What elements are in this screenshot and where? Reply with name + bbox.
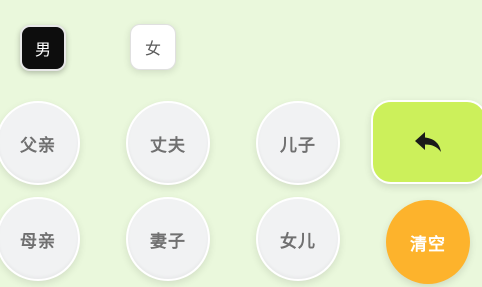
clear-button[interactable]: 清空 xyxy=(386,200,470,284)
son-key-label: 儿子 xyxy=(280,135,316,156)
father-key-label: 父亲 xyxy=(20,135,56,156)
father-key[interactable]: 父亲 xyxy=(0,101,80,185)
daughter-key[interactable]: 女儿 xyxy=(256,197,340,281)
female-label: 女 xyxy=(144,39,161,58)
male-label: 男 xyxy=(34,40,51,59)
mother-key-label: 母亲 xyxy=(20,231,56,252)
mother-key[interactable]: 母亲 xyxy=(0,197,80,281)
son-key[interactable]: 儿子 xyxy=(256,101,340,185)
daughter-key-label: 女儿 xyxy=(280,231,316,252)
clear-button-label: 清空 xyxy=(410,234,446,255)
male-button[interactable]: 男 xyxy=(20,25,66,71)
husband-key-label: 丈夫 xyxy=(150,135,186,156)
undo-arrow-icon xyxy=(415,132,441,152)
wife-key[interactable]: 妻子 xyxy=(126,197,210,281)
wife-key-label: 妻子 xyxy=(150,231,186,252)
back-button[interactable] xyxy=(371,100,482,184)
female-button[interactable]: 女 xyxy=(130,24,176,70)
husband-key[interactable]: 丈夫 xyxy=(126,101,210,185)
